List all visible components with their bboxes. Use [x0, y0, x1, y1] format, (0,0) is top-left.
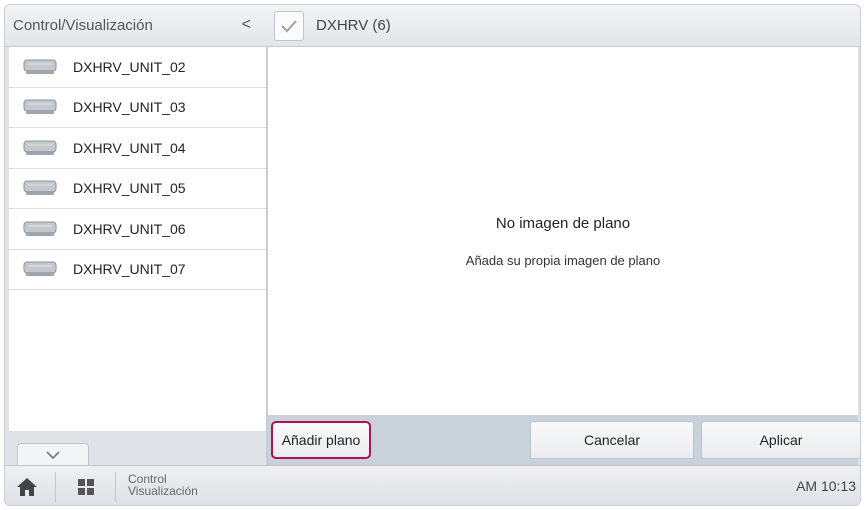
- left-panel-header: Control/Visualización <: [5, 5, 267, 47]
- collapse-panel-button[interactable]: <: [242, 16, 251, 34]
- list-item[interactable]: DXHRV_UNIT_06: [9, 209, 266, 250]
- group-title: DXHRV (6): [316, 17, 391, 34]
- floor-plan-area: No imagen de plano Añada su propia image…: [267, 47, 858, 415]
- grid-menu-icon[interactable]: [77, 478, 95, 496]
- ventilation-unit-icon: [23, 140, 57, 155]
- apply-button[interactable]: Aplicar: [701, 421, 860, 459]
- list-item[interactable]: DXHRV_UNIT_02: [9, 47, 266, 88]
- divider: [115, 472, 116, 502]
- cancel-button[interactable]: Cancelar: [530, 421, 694, 459]
- list-item[interactable]: DXHRV_UNIT_03: [9, 88, 266, 128]
- list-item[interactable]: DXHRV_UNIT_07: [9, 250, 266, 290]
- checkmark-icon: [281, 19, 297, 32]
- action-bar: Añadir plano Cancelar Aplicar: [267, 415, 860, 465]
- unit-label: DXHRV_UNIT_03: [73, 99, 186, 116]
- clock: AM 10:13: [796, 478, 856, 494]
- empty-state-title: No imagen de plano: [495, 215, 631, 232]
- unit-label: DXHRV_UNIT_04: [73, 139, 186, 156]
- unit-label: DXHRV_UNIT_05: [73, 180, 186, 197]
- app-window: Control/Visualización < DXHRV_UNIT_02 DX…: [4, 4, 861, 506]
- unit-list: DXHRV_UNIT_02 DXHRV_UNIT_03 DXHRV_UNIT_0…: [9, 47, 267, 431]
- expand-list-button[interactable]: [17, 443, 89, 465]
- ventilation-unit-icon: [23, 261, 57, 277]
- unit-label: DXHRV_UNIT_02: [73, 58, 186, 75]
- chevron-down-icon: [46, 450, 60, 459]
- add-plan-button[interactable]: Añadir plano: [271, 421, 371, 459]
- ventilation-unit-icon: [23, 99, 57, 115]
- divider: [55, 472, 56, 502]
- ventilation-unit-icon: [23, 59, 57, 74]
- unit-label: DXHRV_UNIT_06: [73, 220, 186, 237]
- content-header: DXHRV (6): [267, 5, 860, 47]
- ventilation-unit-icon: [23, 221, 57, 236]
- unit-label: DXHRV_UNIT_07: [73, 261, 186, 278]
- left-panel-footer: [9, 431, 267, 465]
- list-item[interactable]: DXHRV_UNIT_04: [9, 128, 266, 169]
- left-panel-title: Control/Visualización: [13, 17, 153, 34]
- home-icon[interactable]: [15, 475, 39, 499]
- location-line-2: Visualización: [128, 484, 198, 498]
- bottom-navigation: Control Visualización AM 10:13: [5, 465, 860, 505]
- ventilation-unit-icon: [23, 180, 57, 196]
- current-location: Control Visualización: [128, 473, 198, 497]
- list-item[interactable]: DXHRV_UNIT_05: [9, 169, 266, 209]
- empty-state-subtitle: Añada su propia imagen de plano: [465, 253, 661, 268]
- select-all-checkbox[interactable]: [274, 10, 304, 41]
